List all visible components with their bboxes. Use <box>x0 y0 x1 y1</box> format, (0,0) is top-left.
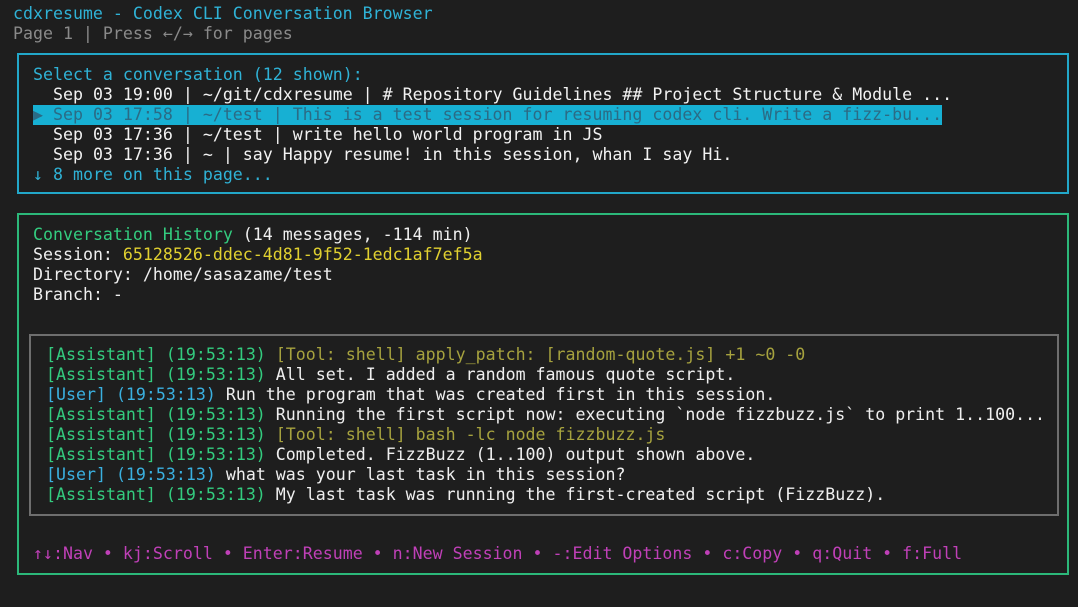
message-text: [Tool: shell] bash -lc node fizzbuzz.js <box>275 425 666 444</box>
conversation-row[interactable]: Sep 03 17:36 | ~/test | write hello worl… <box>33 125 602 145</box>
message-text: All set. I added a random famous quote s… <box>275 365 736 384</box>
message-row: [Assistant] (19:53:13) [Tool: shell] app… <box>46 345 805 365</box>
message-text: [Tool: shell] apply_patch: [random-quote… <box>275 345 806 364</box>
session-id: 65128526-ddec-4d81-9f52-1edc1af7ef5a <box>122 245 483 264</box>
message-role: [User] <box>46 385 106 404</box>
message-text: what was your last task in this session? <box>225 465 626 484</box>
page-hint: Page 1 | Press ←/→ for pages <box>13 24 293 43</box>
session-label: Session: <box>33 245 123 264</box>
more-indicator: ↓ 8 more on this page... <box>33 165 273 184</box>
message-time: (19:53:13) <box>155 425 276 444</box>
message-role: [Assistant] <box>46 405 156 424</box>
message-time: (19:53:13) <box>155 485 276 504</box>
app-title: cdxresume - Codex CLI Conversation Brows… <box>13 4 433 23</box>
message-time: (19:53:13) <box>105 385 226 404</box>
message-row: [Assistant] (19:53:13) [Tool: shell] bas… <box>46 425 665 445</box>
session-line: Session: 65128526-ddec-4d81-9f52-1edc1af… <box>33 245 483 265</box>
branch-line: Branch: - <box>33 285 123 304</box>
conversation-list-heading: Select a conversation (12 shown): <box>33 65 363 84</box>
directory-line: Directory: /home/sasazame/test <box>33 265 333 284</box>
keyboard-shortcuts-bar: ↑↓:Nav • kj:Scroll • Enter:Resume • n:Ne… <box>33 544 963 563</box>
conversation-row[interactable]: Sep 03 17:36 | ~ | say Happy resume! in … <box>33 145 732 165</box>
message-role: [Assistant] <box>46 425 156 444</box>
message-row: [User] (19:53:13) what was your last tas… <box>46 465 625 485</box>
message-role: [Assistant] <box>46 365 156 384</box>
conversation-list-panel: Select a conversation (12 shown): Sep 03… <box>17 53 1069 194</box>
message-row: [Assistant] (19:53:13) Running the first… <box>46 405 1045 425</box>
message-row: [Assistant] (19:53:13) My last task was … <box>46 485 885 505</box>
message-row: [User] (19:53:13) Run the program that w… <box>46 385 775 405</box>
message-text: My last task was running the first-creat… <box>275 485 886 504</box>
message-role: [User] <box>46 465 106 484</box>
history-meta: (14 messages, -114 min) <box>232 225 473 244</box>
message-text: Running the first script now: executing … <box>275 405 1046 424</box>
history-header: Conversation History (14 messages, -114 … <box>33 225 473 245</box>
message-row: [Assistant] (19:53:13) Completed. FizzBu… <box>46 445 755 465</box>
message-time: (19:53:13) <box>105 465 226 484</box>
conversation-history-panel: Conversation History (14 messages, -114 … <box>17 213 1069 575</box>
message-text: Run the program that was created first i… <box>225 385 776 404</box>
message-row: [Assistant] (19:53:13) All set. I added … <box>46 365 735 385</box>
message-log[interactable]: [Assistant] (19:53:13) [Tool: shell] app… <box>29 334 1059 516</box>
message-role: [Assistant] <box>46 345 156 364</box>
message-time: (19:53:13) <box>155 365 276 384</box>
message-text: Completed. FizzBuzz (1..100) output show… <box>275 445 756 464</box>
message-role: [Assistant] <box>46 445 156 464</box>
conversation-row-selected[interactable]: ▶ Sep 03 17:58 | ~/test | This is a test… <box>33 105 943 125</box>
history-heading: Conversation History <box>33 225 233 244</box>
message-role: [Assistant] <box>46 485 156 504</box>
conversation-row[interactable]: Sep 03 19:00 | ~/git/cdxresume | # Repos… <box>33 85 952 105</box>
message-time: (19:53:13) <box>155 445 276 464</box>
message-time: (19:53:13) <box>155 345 276 364</box>
message-time: (19:53:13) <box>155 405 276 424</box>
